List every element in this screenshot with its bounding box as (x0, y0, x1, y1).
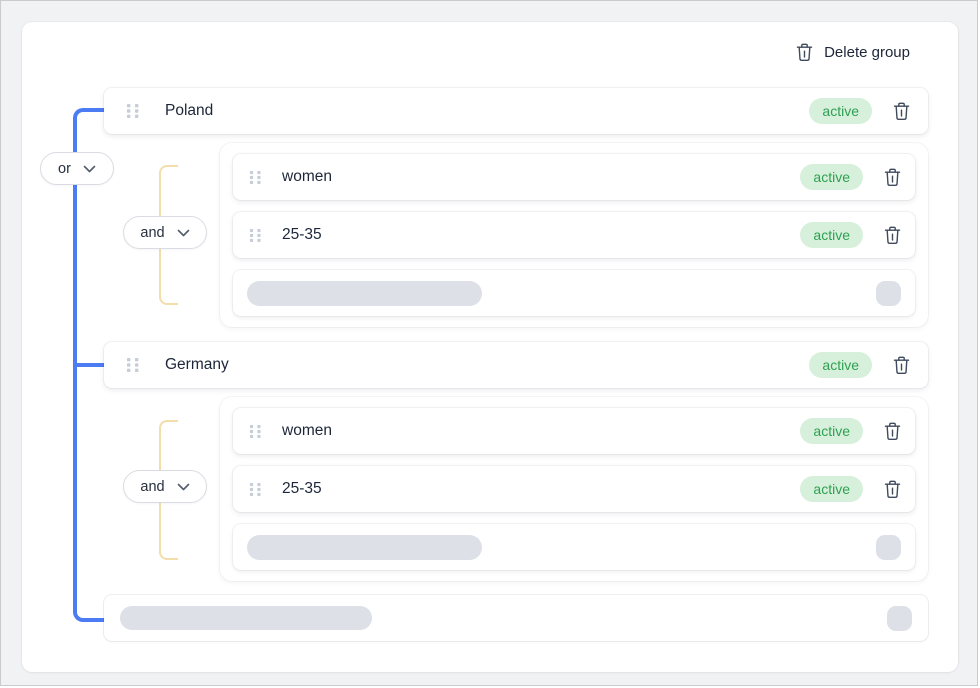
group-1-operator-select[interactable]: and (123, 470, 207, 503)
delete-row-button[interactable] (891, 354, 912, 377)
drag-handle-icon[interactable] (249, 482, 262, 497)
condition-row-25-35: 25-35 active (233, 466, 915, 512)
trash-icon (884, 168, 901, 187)
skeleton-dot (876, 281, 901, 306)
group-1-operator-value: and (140, 479, 164, 495)
drag-handle-icon[interactable] (126, 357, 140, 373)
drag-handle-icon[interactable] (249, 228, 262, 243)
root-operator-value: or (58, 161, 71, 177)
or-group-connector-branch (77, 363, 104, 367)
drag-handle-icon[interactable] (126, 103, 140, 119)
delete-row-button[interactable] (882, 166, 903, 189)
conditions-panel-group-1: women active (220, 397, 928, 581)
trash-icon (884, 480, 901, 499)
skeleton-dot (887, 606, 912, 631)
segment-builder-card: Delete group or and and (22, 22, 958, 672)
group-row-loading (104, 595, 928, 641)
delete-row-button[interactable] (882, 420, 903, 443)
skeleton-bar (247, 281, 482, 306)
status-badge: active (800, 418, 863, 444)
condition-row-loading (233, 524, 915, 570)
condition-row-women: women active (233, 408, 915, 454)
group-row-poland: Poland active (104, 88, 928, 134)
group-0-operator-value: and (140, 225, 164, 241)
trash-icon (893, 102, 910, 121)
delete-row-button[interactable] (882, 224, 903, 247)
skeleton-bar (247, 535, 482, 560)
skeleton-dot (876, 535, 901, 560)
drag-handle-icon[interactable] (249, 424, 262, 439)
group-0-operator-select[interactable]: and (123, 216, 207, 249)
status-badge: active (800, 222, 863, 248)
status-badge: active (800, 476, 863, 502)
condition-row-25-35: 25-35 active (233, 212, 915, 258)
group-name-label: Germany (165, 356, 229, 374)
root-operator-select[interactable]: or (40, 152, 114, 185)
trash-icon (884, 226, 901, 245)
group-name-label: Poland (165, 102, 213, 120)
group-row-germany: Germany active (104, 342, 928, 388)
condition-label: women (282, 422, 332, 440)
condition-row-loading (233, 270, 915, 316)
trash-icon (884, 422, 901, 441)
status-badge: active (809, 98, 872, 124)
chevron-down-icon (83, 165, 96, 173)
condition-label: 25-35 (282, 480, 322, 498)
delete-row-button[interactable] (882, 478, 903, 501)
delete-row-button[interactable] (891, 100, 912, 123)
condition-label: 25-35 (282, 226, 322, 244)
trash-icon (893, 356, 910, 375)
condition-label: women (282, 168, 332, 186)
chevron-down-icon (177, 483, 190, 491)
status-badge: active (809, 352, 872, 378)
app-viewport: Delete group or and and (0, 0, 978, 686)
status-badge: active (800, 164, 863, 190)
drag-handle-icon[interactable] (249, 170, 262, 185)
conditions-panel-group-0: women active (220, 143, 928, 327)
builder-canvas: or and and (22, 22, 958, 672)
condition-row-women: women active (233, 154, 915, 200)
skeleton-bar (120, 606, 372, 630)
chevron-down-icon (177, 229, 190, 237)
